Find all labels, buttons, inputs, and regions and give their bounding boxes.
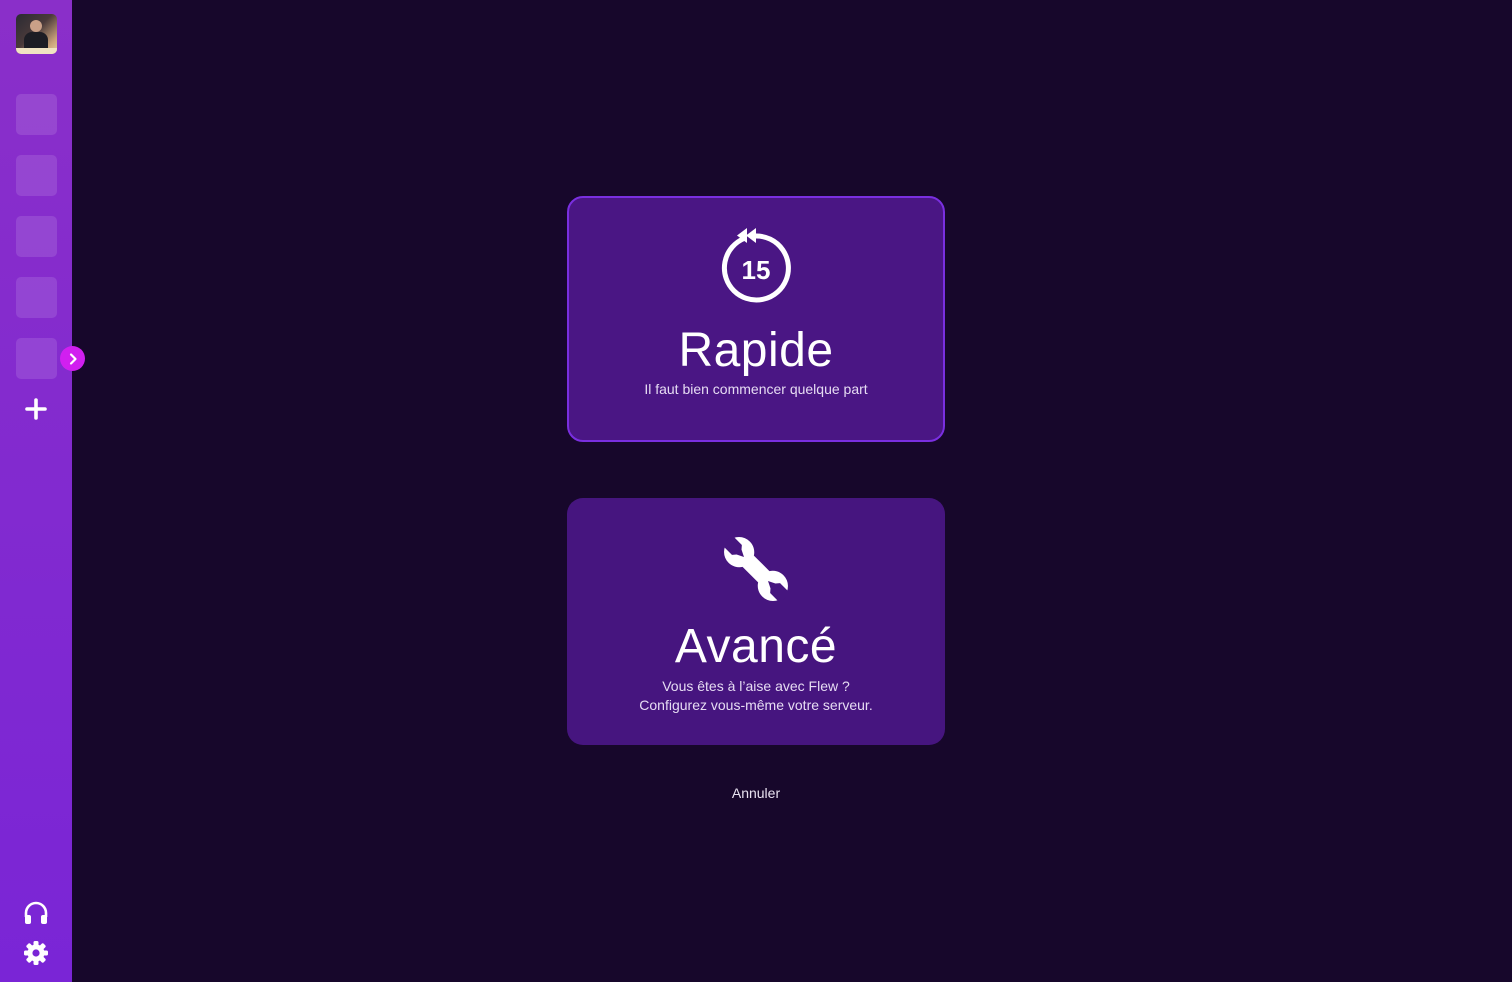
replay-number: 15 bbox=[742, 255, 771, 285]
advanced-description: Vous êtes à l’aise avec Flew ? Configure… bbox=[567, 677, 945, 715]
add-server-button[interactable] bbox=[25, 398, 47, 420]
expand-sidebar-button[interactable] bbox=[60, 346, 85, 371]
advanced-title: Avancé bbox=[674, 620, 838, 673]
user-avatar[interactable] bbox=[16, 14, 57, 54]
server-slot[interactable] bbox=[16, 155, 57, 196]
cancel-button[interactable]: Annuler bbox=[706, 785, 806, 801]
support-button[interactable] bbox=[23, 900, 49, 926]
headset-icon bbox=[24, 901, 48, 924]
advanced-description-line: Vous êtes à l’aise avec Flew ? bbox=[662, 678, 850, 694]
quick-title: Rapide bbox=[678, 324, 834, 377]
gear-icon bbox=[24, 941, 48, 965]
sidebar bbox=[0, 0, 85, 982]
server-slot[interactable] bbox=[16, 94, 57, 135]
advanced-description-line: Configurez vous-même votre serveur. bbox=[639, 697, 873, 713]
avatar-desk bbox=[16, 48, 57, 54]
advanced-setup-card[interactable]: Avancé Vous êtes à l’aise avec Flew ? Co… bbox=[567, 498, 945, 745]
plus-icon bbox=[25, 398, 47, 420]
wrench-icon bbox=[722, 535, 790, 603]
quick-description: Il faut bien commencer quelque part bbox=[644, 381, 868, 397]
quick-setup-card[interactable]: 15 Rapide Il faut bien commencer quelque… bbox=[567, 196, 945, 442]
replay-15-icon: 15 bbox=[721, 228, 791, 303]
chevron-right-icon bbox=[69, 352, 77, 365]
avatar-head bbox=[30, 20, 42, 32]
settings-button[interactable] bbox=[23, 940, 49, 966]
server-slot[interactable] bbox=[16, 338, 57, 379]
server-slot[interactable] bbox=[16, 216, 57, 257]
server-slot[interactable] bbox=[16, 277, 57, 318]
